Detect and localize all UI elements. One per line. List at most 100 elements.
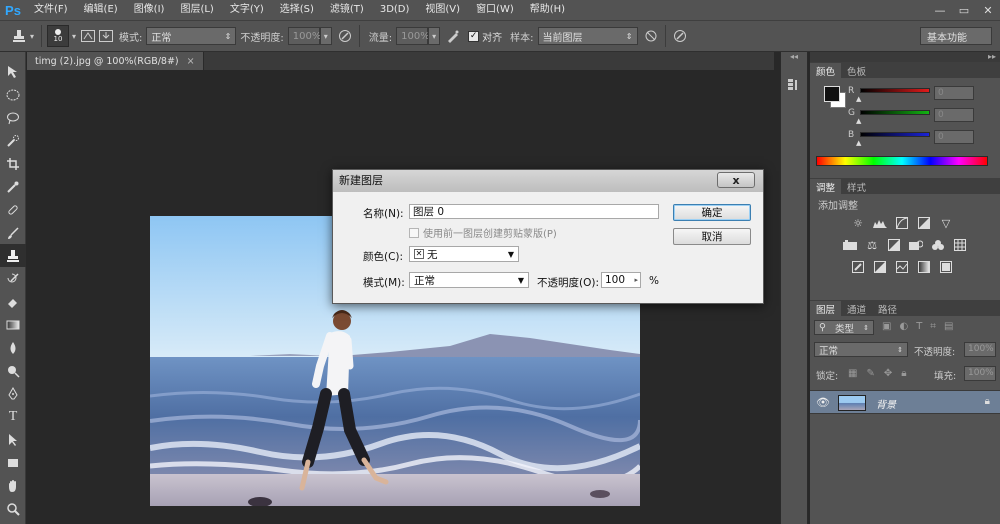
green-slider-thumb-icon[interactable]: ▲ [856,117,861,125]
eyedropper-tool-icon[interactable] [0,175,26,198]
flow-input[interactable]: 100% [396,27,430,45]
path-selection-tool-icon[interactable] [0,428,26,451]
blend-mode-select[interactable]: 正常 ⇕ [814,342,908,357]
menu-edit[interactable]: 编辑(E) [76,0,126,20]
dialog-close-button[interactable]: x [717,172,755,188]
tab-paths[interactable]: 路径 [872,301,903,316]
layer-name-field[interactable]: 图层 0 [409,204,659,219]
menu-window[interactable]: 窗口(W) [468,0,522,20]
exposure-icon[interactable] [916,216,932,230]
lasso-tool-icon[interactable] [0,106,26,129]
menu-file[interactable]: 文件(F) [26,0,76,20]
green-value-field[interactable]: 0 [934,108,974,122]
blue-slider-thumb-icon[interactable]: ▲ [856,139,861,147]
eraser-tool-icon[interactable] [0,290,26,313]
panel-dock-collapse-icon[interactable]: ▸▸ [810,52,1000,62]
gradient-tool-icon[interactable] [0,313,26,336]
lock-position-icon[interactable]: ✥ [884,368,892,379]
red-slider-thumb-icon[interactable]: ▲ [856,95,861,103]
lock-pixels-icon[interactable]: ✎ [866,368,874,379]
sample-select[interactable]: 当前图层 ⇕ [537,27,638,45]
color-balance-icon[interactable]: ⚖ [864,238,880,252]
menu-3d[interactable]: 3D(D) [372,0,418,20]
dialog-opacity-field[interactable]: 100 ▸ [601,272,641,288]
hand-tool-icon[interactable] [0,474,26,497]
tab-color[interactable]: 颜色 [810,63,842,78]
align-checkbox-group[interactable]: ✓ 对齐 [468,29,502,44]
brush-picker-chevron-icon[interactable]: ▾ [69,27,79,45]
filter-smart-object-icon[interactable]: ▤ [944,321,953,332]
tab-adjustments[interactable]: 调整 [810,179,842,194]
blue-value-field[interactable]: 0 [934,130,974,144]
pressure-opacity-icon[interactable] [336,27,354,45]
ok-button[interactable]: 确定 [673,204,751,221]
quick-selection-tool-icon[interactable] [0,129,26,152]
invert-icon[interactable] [850,260,866,274]
photo-filter-icon[interactable] [908,238,924,252]
gradient-map-icon[interactable] [916,260,932,274]
brush-tool-icon[interactable] [0,221,26,244]
menu-select[interactable]: 选择(S) [272,0,322,20]
lock-transparency-icon[interactable]: ▦ [848,368,857,379]
airbrush-icon[interactable] [444,27,462,45]
tab-layers[interactable]: 图层 [810,301,842,316]
menu-help[interactable]: 帮助(H) [522,0,573,20]
filter-pixel-icon[interactable]: ▣ [882,321,891,332]
red-slider[interactable] [860,88,930,93]
clone-stamp-tool-icon[interactable] [0,244,26,267]
move-tool-icon[interactable] [0,60,26,83]
visibility-eye-icon[interactable]: 👁︎ [816,396,830,409]
color-lookup-icon[interactable] [952,238,968,252]
clone-stamp-tool-icon[interactable] [10,27,28,45]
tab-swatches[interactable]: 色板 [841,63,872,78]
flow-dropdown-icon[interactable]: ▾ [428,27,441,45]
curves-icon[interactable] [894,216,910,230]
opacity-dropdown-icon[interactable]: ▾ [319,27,332,45]
document-tab[interactable]: timg (2).jpg @ 100%(RGB/8#) × [27,52,204,70]
hue-saturation-icon[interactable] [842,238,858,252]
close-window-button[interactable]: ✕ [976,0,1000,20]
history-panel-icon[interactable] [781,72,807,98]
filter-type-icon[interactable]: T [916,321,922,332]
blur-tool-icon[interactable] [0,336,26,359]
cancel-button[interactable]: 取消 [673,228,751,245]
menu-layer[interactable]: 图层(L) [172,0,221,20]
clip-mask-checkbox[interactable] [409,227,419,238]
layer-mode-select[interactable]: 正常 ▼ [409,272,529,288]
menu-filter[interactable]: 滤镜(T) [322,0,372,20]
tab-channels[interactable]: 通道 [841,301,872,316]
vibrance-icon[interactable]: ▽ [938,216,954,230]
history-brush-tool-icon[interactable] [0,267,26,290]
pressure-size-icon[interactable] [671,27,689,45]
rectangle-tool-icon[interactable] [0,451,26,474]
maximize-button[interactable]: ▭ [952,0,976,20]
workspace-switcher[interactable]: 基本功能 [920,27,992,45]
pen-tool-icon[interactable] [0,382,26,405]
filter-adjustment-icon[interactable]: ◐ [899,321,908,332]
brush-panel-icon[interactable] [79,27,97,45]
brush-preset-picker[interactable]: 10 [47,25,69,47]
marquee-tool-icon[interactable] [0,83,26,106]
red-value-field[interactable]: 0 [934,86,974,100]
green-slider[interactable] [860,110,930,115]
black-white-icon[interactable] [886,238,902,252]
layer-name[interactable]: 背景 [876,396,896,411]
layer-opacity-field[interactable]: 100% [964,342,996,357]
zoom-tool-icon[interactable] [0,497,26,520]
menu-type[interactable]: 文字(Y) [222,0,272,20]
layer-color-select[interactable]: ✕ 无 ▼ [409,246,519,262]
document-tab-close-icon[interactable]: × [187,56,195,67]
crop-tool-icon[interactable] [0,152,26,175]
brightness-contrast-icon[interactable]: ☼ [850,216,866,230]
channel-mixer-icon[interactable] [930,238,946,252]
clip-mask-checkbox-group[interactable]: 使用前一图层创建剪贴蒙版(P) [409,225,557,240]
menu-image[interactable]: 图像(I) [126,0,173,20]
type-tool-icon[interactable]: T [0,405,26,428]
dialog-opacity-slider-icon[interactable]: ▸ [634,276,638,284]
align-checkbox[interactable]: ✓ [468,30,480,42]
selective-color-icon[interactable] [938,260,954,274]
dodge-tool-icon[interactable] [0,359,26,382]
healing-brush-tool-icon[interactable] [0,198,26,221]
menu-view[interactable]: 视图(V) [417,0,468,20]
posterize-icon[interactable] [872,260,888,274]
